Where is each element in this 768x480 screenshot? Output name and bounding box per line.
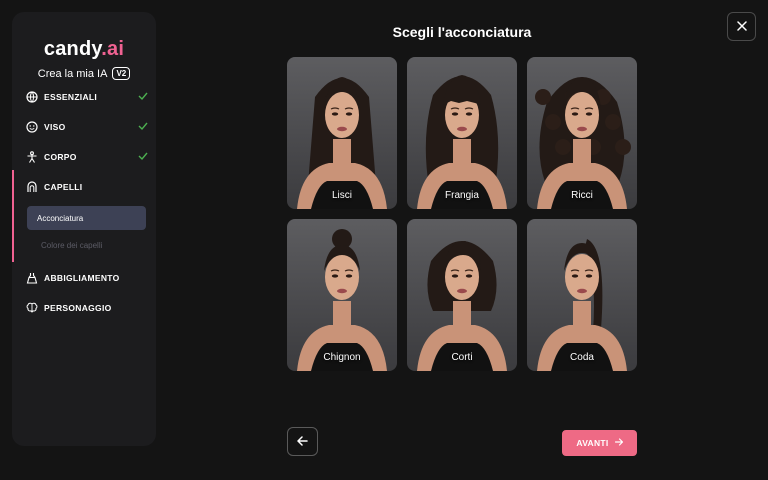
portrait-image (297, 229, 387, 371)
hairstyle-options-grid: Lisci Frangia Ricci Chignon Corti Coda (287, 57, 637, 373)
hairstyle-option-frangia[interactable]: Frangia (407, 57, 517, 209)
hairstyle-option-chignon[interactable]: Chignon (287, 219, 397, 371)
person-icon (26, 151, 38, 163)
globe-icon (26, 91, 38, 103)
option-label: Ricci (571, 190, 593, 201)
option-label: Chignon (323, 352, 361, 363)
portrait-image (417, 241, 507, 371)
portrait-image (297, 77, 387, 209)
sidebar-item-corpo[interactable]: CORPO (12, 142, 156, 172)
hairstyle-option-ricci[interactable]: Ricci (527, 57, 637, 209)
sidebar-item-label: ESSENZIALI (44, 92, 98, 102)
subnav-item-colore-capelli[interactable]: Colore dei capelli (41, 241, 102, 250)
subtitle-text: Crea la mia IA (37, 67, 108, 80)
option-label: Corti (451, 352, 473, 363)
hairstyle-option-corti[interactable]: Corti (407, 219, 517, 371)
sidebar-item-essenziali[interactable]: ESSENZIALI (12, 82, 156, 112)
sidebar-subtitle: Crea la mia IA V2 (12, 67, 156, 80)
next-button-label: AVANTI (576, 438, 609, 448)
sidebar-item-label: ABBIGLIAMENTO (44, 273, 120, 283)
logo-text-accent: ai (107, 38, 125, 60)
sidebar-item-viso[interactable]: VISO (12, 112, 156, 142)
sidebar-item-capelli[interactable]: CAPELLI (12, 172, 156, 202)
portrait-image (535, 77, 631, 209)
check-icon (138, 121, 148, 131)
option-label: Lisci (331, 190, 352, 201)
arrow-right-icon (614, 438, 623, 448)
page-title: Scegli l'acconciatura (392, 24, 532, 40)
check-icon (138, 91, 148, 101)
sidebar-item-label: CAPELLI (44, 182, 83, 192)
logo-text-main: candy (43, 38, 102, 60)
dress-icon (26, 272, 38, 284)
sidebar-item-personaggio[interactable]: PERSONAGGIO (12, 293, 156, 323)
candy-ai-logo[interactable]: candy.ai (12, 38, 156, 61)
version-badge: V2 (112, 67, 131, 80)
brain-icon (26, 302, 38, 314)
sidebar: candy.ai Crea la mia IA V2 ESSENZIALI VI… (12, 12, 156, 446)
arrow-left-icon (297, 433, 308, 451)
sidebar-item-abbigliamento[interactable]: ABBIGLIAMENTO (12, 263, 156, 293)
portrait-image (537, 239, 627, 371)
hair-icon (26, 181, 38, 193)
hairstyle-option-coda[interactable]: Coda (527, 219, 637, 371)
option-label: Frangia (445, 190, 479, 201)
subnav-item-acconciatura[interactable]: Acconciatura (27, 206, 146, 230)
back-button[interactable] (287, 427, 318, 456)
hairstyle-option-lisci[interactable]: Lisci (287, 57, 397, 209)
smiley-icon (26, 121, 38, 133)
check-icon (138, 151, 148, 161)
close-icon (736, 18, 747, 36)
sidebar-item-label: CORPO (44, 152, 77, 162)
option-label: Coda (570, 352, 594, 363)
portrait-image (417, 75, 507, 209)
close-button[interactable] (727, 12, 756, 41)
sidebar-item-label: VISO (44, 122, 66, 132)
next-button[interactable]: AVANTI (562, 430, 637, 456)
sidebar-item-label: PERSONAGGIO (44, 303, 112, 313)
